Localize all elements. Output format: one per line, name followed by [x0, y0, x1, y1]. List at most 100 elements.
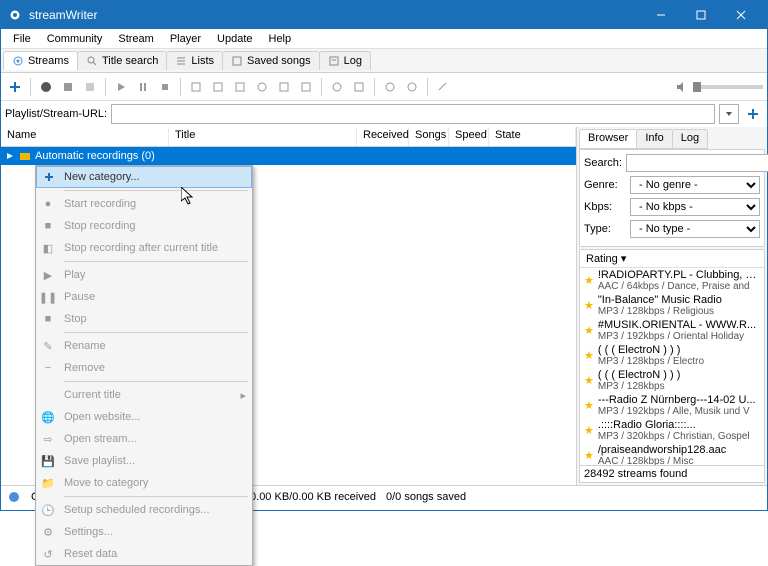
tab-lists[interactable]: Lists [166, 51, 223, 70]
genre-select[interactable]: - No genre - [630, 176, 760, 194]
ctx-new-category[interactable]: New category... [36, 166, 252, 188]
collapse-icon [5, 151, 15, 161]
ctx-label: New category... [64, 171, 140, 183]
station-item[interactable]: ★!RADIOPARTY.PL - Clubbing, D...AAC / 64… [580, 268, 764, 293]
separator [64, 496, 248, 497]
menu-help[interactable]: Help [261, 31, 300, 47]
separator [427, 78, 428, 96]
ctx-stop-after[interactable]: ◧Stop recording after current title [36, 237, 252, 259]
ctx-stop[interactable]: ■Stop [36, 308, 252, 330]
ctx-reset[interactable]: ↺Reset data [36, 543, 252, 565]
station-meta: MP3 / 128kbps [598, 381, 681, 392]
rtab-browser[interactable]: Browser [579, 129, 637, 149]
stop-after-button[interactable] [80, 77, 100, 97]
tool-i[interactable] [380, 77, 400, 97]
rename-icon: ✎ [41, 340, 55, 353]
volume-slider[interactable] [693, 85, 763, 89]
separator [321, 78, 322, 96]
ctx-start-recording[interactable]: ●Start recording [36, 193, 252, 215]
tool-c[interactable] [230, 77, 250, 97]
menu-file[interactable]: File [5, 31, 39, 47]
menu-update[interactable]: Update [209, 31, 260, 47]
menu-stream[interactable]: Stream [110, 31, 161, 47]
tab-streams[interactable]: Streams [3, 51, 78, 70]
sort-arrow-icon: ▾ [621, 253, 627, 265]
tool-k[interactable] [433, 77, 453, 97]
tool-e[interactable] [274, 77, 294, 97]
rating-header[interactable]: Rating ▾ [580, 250, 764, 268]
menu-player[interactable]: Player [162, 31, 209, 47]
kbps-select[interactable]: - No kbps - [630, 198, 760, 216]
star-icon: ★ [584, 324, 594, 337]
menu-community[interactable]: Community [39, 31, 111, 47]
col-state[interactable]: State [489, 127, 576, 146]
ctx-rename[interactable]: ✎Rename [36, 335, 252, 357]
tool-d[interactable] [252, 77, 272, 97]
station-list: Rating ▾ ★!RADIOPARTY.PL - Clubbing, D..… [579, 249, 765, 466]
stop-record-button[interactable] [58, 77, 78, 97]
station-item[interactable]: ★( ( ( ElectroN ) ) )MP3 / 128kbps / Ele… [580, 343, 764, 368]
pause-button[interactable] [133, 77, 153, 97]
add-button[interactable] [5, 77, 25, 97]
col-received[interactable]: Received [357, 127, 409, 146]
ctx-pause[interactable]: ❚❚Pause [36, 286, 252, 308]
type-select[interactable]: - No type - [630, 220, 760, 238]
url-input[interactable] [111, 104, 715, 124]
ctx-open-stream[interactable]: ⇨Open stream... [36, 428, 252, 450]
ctx-move-category[interactable]: 📁Move to category [36, 472, 252, 494]
tool-g[interactable] [327, 77, 347, 97]
station-item[interactable]: ★( ( ( ElectroN ) ) )MP3 / 128kbps [580, 368, 764, 393]
plus-icon [42, 172, 56, 182]
ctx-remove[interactable]: −Remove [36, 357, 252, 379]
status-received: 0.00 KB/0.00 KB received [250, 491, 376, 503]
col-name[interactable]: Name [1, 127, 169, 146]
ctx-play[interactable]: ▶Play [36, 264, 252, 286]
url-dropdown-button[interactable] [719, 104, 739, 124]
window-maximize-button[interactable] [681, 1, 721, 29]
stream-list-panel: Name Title Received Songs Speed State Au… [1, 127, 577, 485]
ctx-scheduled[interactable]: 🕒Setup scheduled recordings... [36, 499, 252, 521]
ctx-open-website[interactable]: 🌐Open website... [36, 406, 252, 428]
ctx-save-playlist[interactable]: 💾Save playlist... [36, 450, 252, 472]
tool-j[interactable] [402, 77, 422, 97]
tab-log[interactable]: Log [319, 51, 371, 70]
station-item[interactable]: ★.::::Radio Gloria::::...MP3 / 320kbps /… [580, 418, 764, 443]
station-item[interactable]: ★"In-Balance" Music RadioMP3 / 128kbps /… [580, 293, 764, 318]
window-close-button[interactable] [721, 1, 761, 29]
tool-a[interactable] [186, 77, 206, 97]
url-add-button[interactable] [743, 104, 763, 124]
ctx-settings[interactable]: ⚙Settings... [36, 521, 252, 543]
station-item[interactable]: ★---Radio Z Nürnberg---14-02 U...MP3 / 1… [580, 393, 764, 418]
station-meta: AAC / 64kbps / Dance, Praise and [598, 281, 760, 292]
play-button[interactable] [111, 77, 131, 97]
col-title[interactable]: Title [169, 127, 357, 146]
saved-icon [231, 55, 243, 67]
right-tabs: Browser Info Log [579, 129, 765, 149]
tool-b[interactable] [208, 77, 228, 97]
tool-f[interactable] [296, 77, 316, 97]
play-icon: ▶ [41, 269, 55, 282]
tab-title-search[interactable]: Title search [77, 51, 167, 70]
rtab-info[interactable]: Info [636, 129, 672, 149]
ctx-current-title[interactable]: Current title▸ [36, 384, 252, 406]
url-label: Playlist/Stream-URL: [5, 108, 107, 120]
search-input[interactable] [626, 154, 768, 172]
station-item[interactable]: ★/praiseandworship128.aacAAC / 128kbps /… [580, 443, 764, 466]
station-meta: MP3 / 128kbps / Religious [598, 306, 722, 317]
station-item[interactable]: ★#MUSIK.ORIENTAL - WWW.R...MP3 / 192kbps… [580, 318, 764, 343]
ctx-label: Pause [64, 291, 95, 303]
ctx-stop-recording[interactable]: ■Stop recording [36, 215, 252, 237]
tab-saved-songs[interactable]: Saved songs [222, 51, 320, 70]
tree-row-automatic-recordings[interactable]: Automatic recordings (0) [1, 147, 576, 165]
window-minimize-button[interactable] [641, 1, 681, 29]
gear-icon: ⚙ [41, 526, 55, 539]
main-tabs: Streams Title search Lists Saved songs L… [1, 49, 767, 73]
genre-label: Genre: [584, 179, 626, 191]
ctx-label: Setup scheduled recordings... [64, 504, 210, 516]
col-songs[interactable]: Songs [409, 127, 449, 146]
record-button[interactable] [36, 77, 56, 97]
col-speed[interactable]: Speed [449, 127, 489, 146]
tool-h[interactable] [349, 77, 369, 97]
stop-button[interactable] [155, 77, 175, 97]
rtab-log[interactable]: Log [672, 129, 708, 149]
